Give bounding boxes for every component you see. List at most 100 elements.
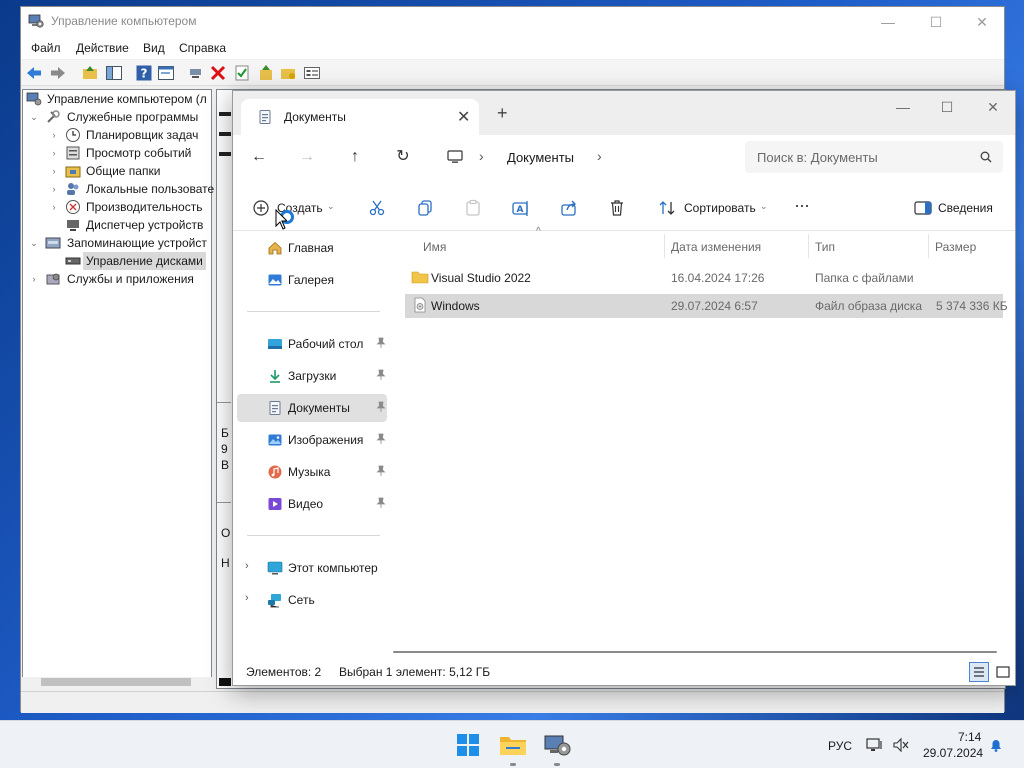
properties-icon[interactable]: [157, 64, 175, 82]
nav-item-desktop[interactable]: Рабочий стол: [237, 330, 387, 358]
maximize-button[interactable]: ☐: [915, 7, 957, 37]
delete-icon[interactable]: [209, 64, 227, 82]
sort-button-label[interactable]: Сортировать: [684, 201, 756, 215]
delete-icon[interactable]: [607, 198, 627, 218]
column-separator[interactable]: [928, 234, 929, 258]
chevron-right-icon[interactable]: ›: [49, 180, 59, 198]
forward-arrow-icon[interactable]: [49, 64, 67, 82]
scroll-thumb[interactable]: [393, 651, 997, 653]
breadcrumb-chevron-icon[interactable]: ›: [597, 148, 602, 164]
new-tab-icon[interactable]: +: [497, 104, 508, 122]
pin-icon[interactable]: [375, 337, 387, 349]
maximize-button[interactable]: ☐: [925, 95, 969, 125]
chevron-right-icon[interactable]: ›: [49, 144, 59, 162]
chevron-right-icon[interactable]: ›: [245, 560, 249, 572]
chevron-down-icon[interactable]: ⌄: [29, 108, 39, 126]
network-status-icon[interactable]: [866, 737, 884, 753]
forward-icon[interactable]: →: [297, 147, 317, 167]
chevron-right-icon[interactable]: ›: [245, 592, 249, 604]
nav-item-documents[interactable]: Документы: [237, 394, 387, 422]
close-button[interactable]: ✕: [971, 95, 1015, 125]
pin-icon[interactable]: [375, 369, 387, 381]
start-windows-icon[interactable]: [452, 729, 484, 761]
list-view-icon[interactable]: [303, 64, 321, 82]
show-hide-tree-icon[interactable]: [105, 64, 123, 82]
tiles-view-icon[interactable]: [993, 662, 1013, 682]
file-type: Папка с файлами: [815, 271, 914, 285]
connect-icon[interactable]: [187, 64, 205, 82]
language-indicator[interactable]: РУС: [828, 739, 852, 753]
chevron-down-icon[interactable]: ⌄: [760, 201, 768, 212]
breadcrumb-documents[interactable]: Документы: [507, 150, 574, 165]
minimize-button[interactable]: —: [867, 7, 909, 37]
pin-icon[interactable]: [375, 401, 387, 413]
close-tab-icon[interactable]: ✕: [457, 107, 470, 127]
pin-icon[interactable]: [375, 433, 387, 445]
volume-muted-icon[interactable]: [892, 737, 910, 753]
close-button[interactable]: ✕: [961, 7, 1003, 37]
horizontal-scrollbar[interactable]: [393, 649, 1005, 655]
details-view-icon[interactable]: [969, 662, 989, 682]
chevron-right-icon[interactable]: ›: [29, 270, 39, 288]
nav-item-pictures[interactable]: Изображения: [237, 426, 387, 454]
computer-management-taskbar-icon[interactable]: [541, 729, 573, 761]
tree-scroll-thumb[interactable]: [41, 678, 191, 686]
menu-action[interactable]: Действие: [76, 41, 129, 55]
menu-file[interactable]: Файл: [31, 41, 61, 55]
more-options-icon[interactable]: ···: [794, 195, 810, 216]
column-name[interactable]: Имя: [423, 240, 446, 254]
pin-icon[interactable]: [375, 465, 387, 477]
column-date-modified[interactable]: Дата изменения: [671, 240, 761, 254]
cut-icon[interactable]: [367, 198, 387, 218]
nav-item-music[interactable]: Музыка: [237, 458, 387, 486]
nav-item-gallery[interactable]: Галерея: [237, 266, 387, 294]
column-size[interactable]: Размер: [935, 240, 976, 254]
export-icon[interactable]: [257, 64, 275, 82]
rename-icon[interactable]: A: [511, 198, 531, 218]
chevron-right-icon[interactable]: ›: [49, 162, 59, 180]
paste-icon[interactable]: [463, 198, 483, 218]
key-folder-icon[interactable]: [279, 64, 297, 82]
sort-icon[interactable]: [657, 198, 677, 218]
up-folder-icon[interactable]: [81, 64, 99, 82]
nav-item-this-pc[interactable]: › Этот компьютер: [237, 554, 387, 582]
menu-help[interactable]: Справка: [179, 41, 226, 55]
nav-item-home[interactable]: Главная: [237, 234, 387, 262]
nav-item-videos[interactable]: Видео: [237, 490, 387, 518]
address-bar[interactable]: › Документы ›: [435, 141, 731, 173]
minimize-button[interactable]: —: [881, 95, 925, 125]
file-row[interactable]: Windows 29.07.2024 6:57 Файл образа диск…: [405, 294, 1008, 318]
back-arrow-icon[interactable]: [25, 64, 43, 82]
new-plus-icon[interactable]: [251, 198, 271, 218]
copy-icon[interactable]: [415, 198, 435, 218]
file-row[interactable]: Visual Studio 2022 16.04.2024 17:26 Папк…: [405, 266, 1003, 290]
menu-view[interactable]: Вид: [143, 41, 165, 55]
chevron-down-icon[interactable]: ⌄: [29, 234, 39, 252]
details-pane-icon[interactable]: [913, 198, 933, 218]
chevron-right-icon[interactable]: ›: [49, 198, 59, 216]
search-box[interactable]: Поиск в: Документы: [745, 141, 1003, 173]
file-explorer-taskbar-icon[interactable]: [497, 729, 529, 761]
column-type[interactable]: Тип: [815, 240, 835, 254]
event-viewer-icon: [66, 146, 80, 160]
share-icon[interactable]: [559, 198, 579, 218]
checklist-icon[interactable]: [233, 64, 251, 82]
up-icon[interactable]: ↑: [345, 147, 365, 167]
clock-time[interactable]: 7:14: [958, 730, 981, 744]
nav-item-network[interactable]: › Сеть: [237, 586, 387, 614]
back-icon[interactable]: ←: [249, 147, 269, 167]
tab-documents[interactable]: Документы ✕: [241, 99, 479, 135]
help-icon[interactable]: ?: [135, 64, 153, 82]
nav-item-downloads[interactable]: Загрузки: [237, 362, 387, 390]
chevron-right-icon[interactable]: ›: [49, 126, 59, 144]
column-separator[interactable]: [664, 234, 665, 258]
notification-bell-icon[interactable]: [988, 737, 1004, 753]
column-separator[interactable]: [808, 234, 809, 258]
clock-date[interactable]: 29.07.2024: [923, 746, 983, 760]
chevron-down-icon[interactable]: ⌄: [327, 201, 335, 212]
details-button-label[interactable]: Сведения: [938, 201, 993, 215]
disk-label-fragment: В: [221, 458, 230, 472]
refresh-icon[interactable]: ↻: [393, 147, 413, 167]
cm-titlebar[interactable]: Управление компьютером — ☐ ✕: [21, 7, 1004, 37]
pin-icon[interactable]: [375, 497, 387, 509]
